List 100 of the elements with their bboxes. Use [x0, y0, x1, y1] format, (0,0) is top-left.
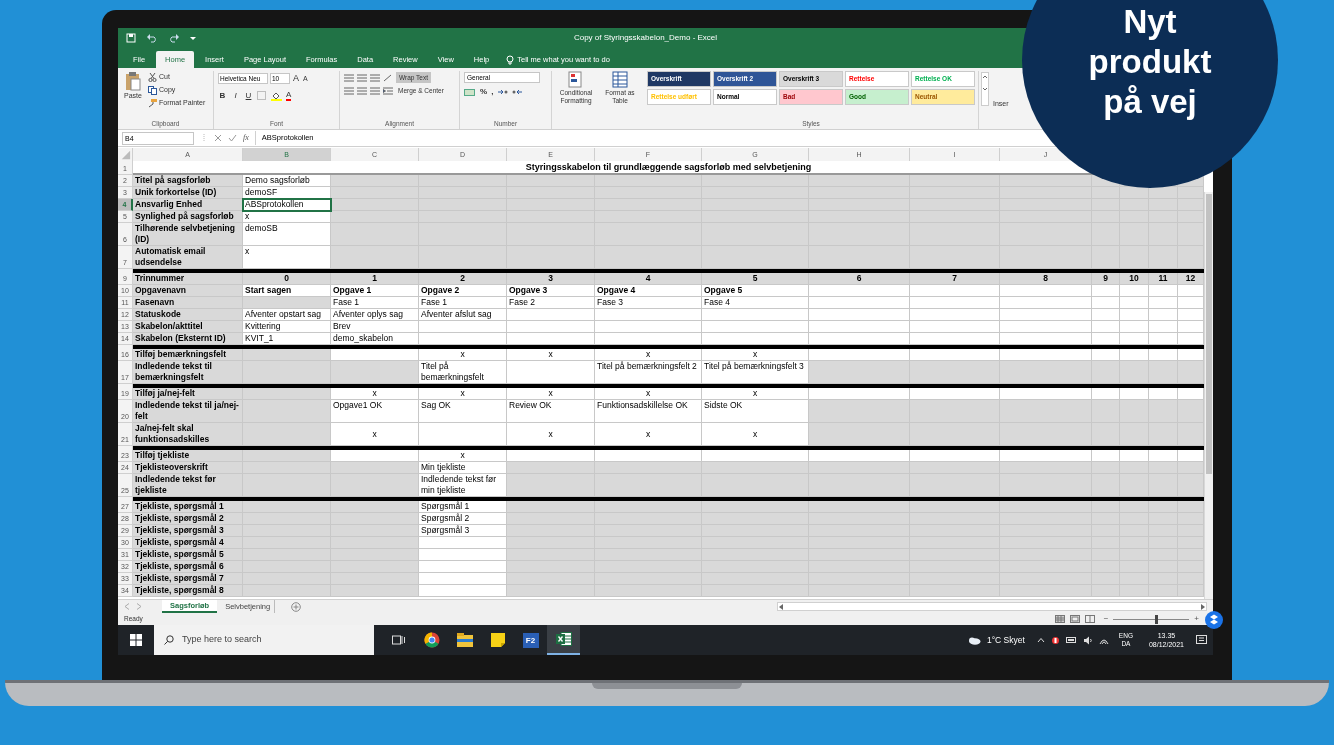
table-cell: x: [507, 388, 595, 400]
normal-view-icon[interactable]: [1054, 615, 1065, 623]
table-cell: Fase 1: [419, 297, 507, 309]
table-cell: Trinnummer: [133, 273, 243, 285]
scrollbar-thumb[interactable]: [1206, 194, 1212, 474]
table-cell: x: [507, 423, 595, 446]
paintbrush-icon: [148, 99, 157, 108]
copy-icon: [148, 86, 157, 95]
font-color-button[interactable]: A: [286, 90, 292, 101]
battery-icon[interactable]: [1065, 636, 1077, 644]
undo-icon[interactable]: [146, 33, 158, 43]
horizontal-scrollbar[interactable]: [777, 602, 1207, 611]
table-cell: x: [419, 349, 507, 361]
cloud-icon[interactable]: [966, 635, 981, 645]
taskbar-search-field[interactable]: Type here to search: [154, 625, 374, 655]
decrease-decimal-icon[interactable]: [512, 88, 524, 96]
table-cell: Tilhørende selvbetjening (ID): [133, 223, 243, 246]
zoom-in-button[interactable]: +: [1194, 613, 1199, 625]
chevron-up-icon[interactable]: [1036, 637, 1045, 643]
underline-button[interactable]: U: [244, 89, 253, 102]
taskbar-app-button[interactable]: [547, 625, 580, 655]
bold-button[interactable]: B: [218, 89, 227, 102]
table-cell: Min tjekliste: [419, 462, 507, 474]
increase-decimal-icon[interactable]: [497, 88, 509, 96]
percent-button[interactable]: %: [480, 86, 488, 98]
table-cell: 9: [1092, 273, 1120, 285]
box-app-icon[interactable]: [1205, 611, 1223, 629]
table-cell: Sag OK: [419, 400, 507, 423]
windows-start-icon[interactable]: [130, 634, 142, 646]
window-title: Copy of Styringsskabelon_Demo - Excel: [572, 32, 719, 44]
table-cell: ABSprotokollen: [243, 199, 331, 211]
clipboard-icon: [125, 71, 141, 91]
table-cell: x: [595, 388, 702, 400]
table-cell: Spørgsmål 2: [419, 513, 507, 525]
table-cell: Sidste OK: [702, 400, 809, 423]
table-cell: 6: [809, 273, 910, 285]
table-cell: Opgave1 OK: [331, 400, 419, 423]
caret-icon[interactable]: [190, 35, 196, 41]
fill-color-icon[interactable]: [271, 90, 282, 101]
table-cell: Opgave 2: [419, 285, 507, 297]
table-cell: demoSB: [243, 223, 331, 246]
table-cell: Skabelon/akttitel: [133, 321, 243, 333]
zoom-slider-thumb[interactable]: [1155, 614, 1159, 624]
table-cell: Tjekliste, spørgsmål 1: [133, 501, 243, 513]
table-cell: x: [595, 423, 702, 446]
notification-icon[interactable]: [1196, 634, 1207, 646]
table-cell: Spørgsmål 1: [419, 501, 507, 513]
redo-icon[interactable]: [168, 33, 180, 43]
gallery-scroll-icon[interactable]: [981, 72, 989, 106]
task-view-icon: [391, 634, 406, 646]
table-cell: x: [702, 349, 809, 361]
taskbar-app-button[interactable]: F2: [514, 625, 547, 655]
table-cell: 2: [419, 273, 507, 285]
browser-icon: [423, 632, 440, 648]
add-sheet-icon[interactable]: [291, 601, 302, 612]
table-cell: Tilføj tjekliste: [133, 450, 243, 462]
table-cell: Opgave 3: [507, 285, 595, 297]
save-icon[interactable]: [126, 33, 136, 43]
zoom-out-button[interactable]: −: [1103, 613, 1109, 625]
table-cell: Indledende tekst til bemærkningsfelt: [133, 361, 243, 384]
tray-app-icon[interactable]: [1050, 635, 1060, 645]
page-layout-view-icon[interactable]: [1069, 615, 1080, 623]
table-cell: Start sagen: [243, 285, 331, 297]
table-cell: x: [419, 450, 507, 462]
orientation-icon[interactable]: [383, 73, 393, 82]
italic-button[interactable]: I: [231, 89, 240, 102]
comma-style-button[interactable]: ,: [491, 86, 494, 98]
table-cell: Tilføj bemærkningsfelt: [133, 349, 243, 361]
table-cell: 7: [910, 273, 1000, 285]
table-cell: x: [702, 423, 809, 446]
indent-icon[interactable]: [383, 86, 393, 95]
vertical-scrollbar[interactable]: [1204, 192, 1213, 599]
scroll-right-icon[interactable]: [1200, 603, 1205, 610]
app-icon: F2: [522, 632, 539, 648]
table-cell: 5: [702, 273, 809, 285]
badge-text: Nyt produkt på vej: [1087, 2, 1213, 122]
table-cell: Statuskode: [133, 309, 243, 321]
search-icon: [164, 635, 174, 645]
table-cell: Indledende tekst før min tjekliste: [419, 474, 507, 497]
lightbulb-icon: [506, 54, 515, 65]
table-cell: Fase 1: [331, 297, 419, 309]
table-cell: Kvittering: [243, 321, 331, 333]
insert-function-button[interactable]: fx: [243, 132, 249, 144]
table-cell: Automatisk email udsendelse: [133, 246, 243, 269]
table-cell: x: [243, 246, 331, 269]
page-break-view-icon[interactable]: [1084, 615, 1095, 623]
table-cell: x: [702, 388, 809, 400]
table-cell: Ja/nej-felt skal funktionsadskilles: [133, 423, 243, 446]
table-cell: Tjekliste, spørgsmål 7: [133, 573, 243, 585]
table-cell: Tjekliste, spørgsmål 5: [133, 549, 243, 561]
scroll-left-icon[interactable]: [779, 603, 784, 610]
speaker-icon[interactable]: [1082, 635, 1093, 645]
folder-icon: [456, 633, 473, 647]
table-cell: Tjekliste, spørgsmål 3: [133, 525, 243, 537]
cancel-icon[interactable]: [214, 134, 222, 142]
table-cell: Fase 3: [595, 297, 702, 309]
table-cell: demoSF: [243, 187, 331, 199]
table-cell: Fase 2: [507, 297, 595, 309]
weather-text[interactable]: 1°C Skyet: [986, 633, 1025, 647]
grow-font-button[interactable]: A: [292, 72, 300, 86]
